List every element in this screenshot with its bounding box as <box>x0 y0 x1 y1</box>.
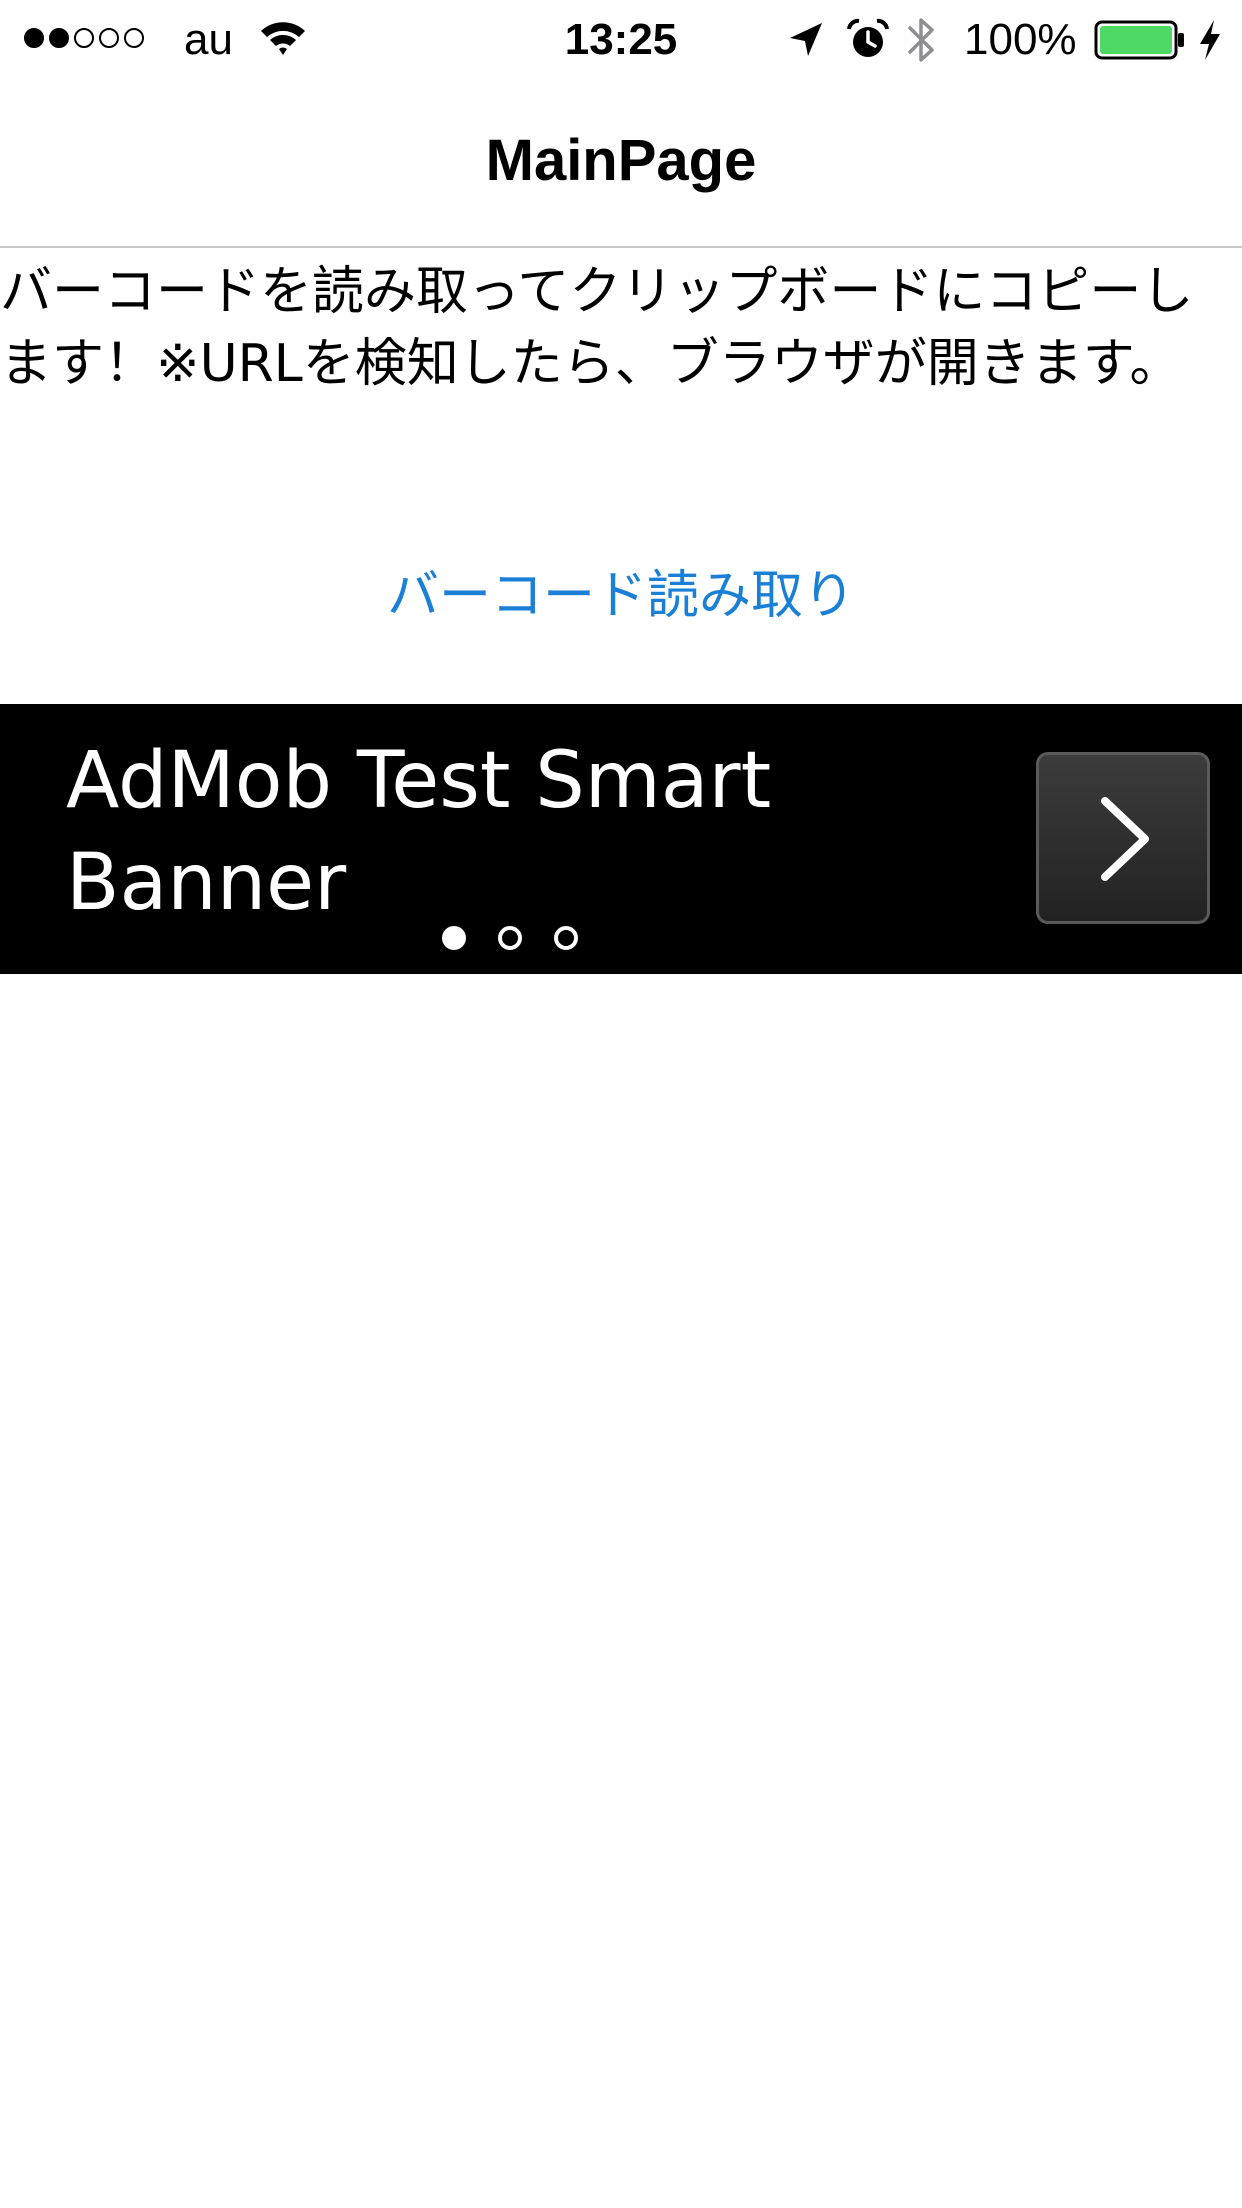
charging-bolt-icon <box>1200 20 1220 60</box>
battery-icon <box>1094 20 1184 60</box>
navigation-bar: MainPage <box>0 80 1242 248</box>
bluetooth-icon <box>908 18 934 62</box>
page-title: MainPage <box>485 128 757 193</box>
ad-open-button[interactable] <box>1036 752 1210 924</box>
chevron-right-icon <box>1101 797 1149 881</box>
ad-banner[interactable]: AdMob Test Smart Banner <box>0 704 1242 974</box>
scan-barcode-button[interactable]: バーコード読み取り <box>0 556 1242 636</box>
battery-percentage: 100% <box>964 15 1077 64</box>
ad-page-indicator <box>442 926 578 950</box>
location-arrow-icon <box>790 23 822 56</box>
description-text: バーコードを読み取ってクリップボードにコピーします！※URLを検知したら、ブラウ… <box>0 262 1194 394</box>
alarm-clock-icon <box>847 18 889 57</box>
page-dot <box>442 926 466 950</box>
ad-banner-text: AdMob Test Smart Banner <box>66 736 772 928</box>
page-dot <box>498 926 522 950</box>
page-dot <box>554 926 578 950</box>
status-bar: au 13:25 100% <box>0 0 1242 80</box>
